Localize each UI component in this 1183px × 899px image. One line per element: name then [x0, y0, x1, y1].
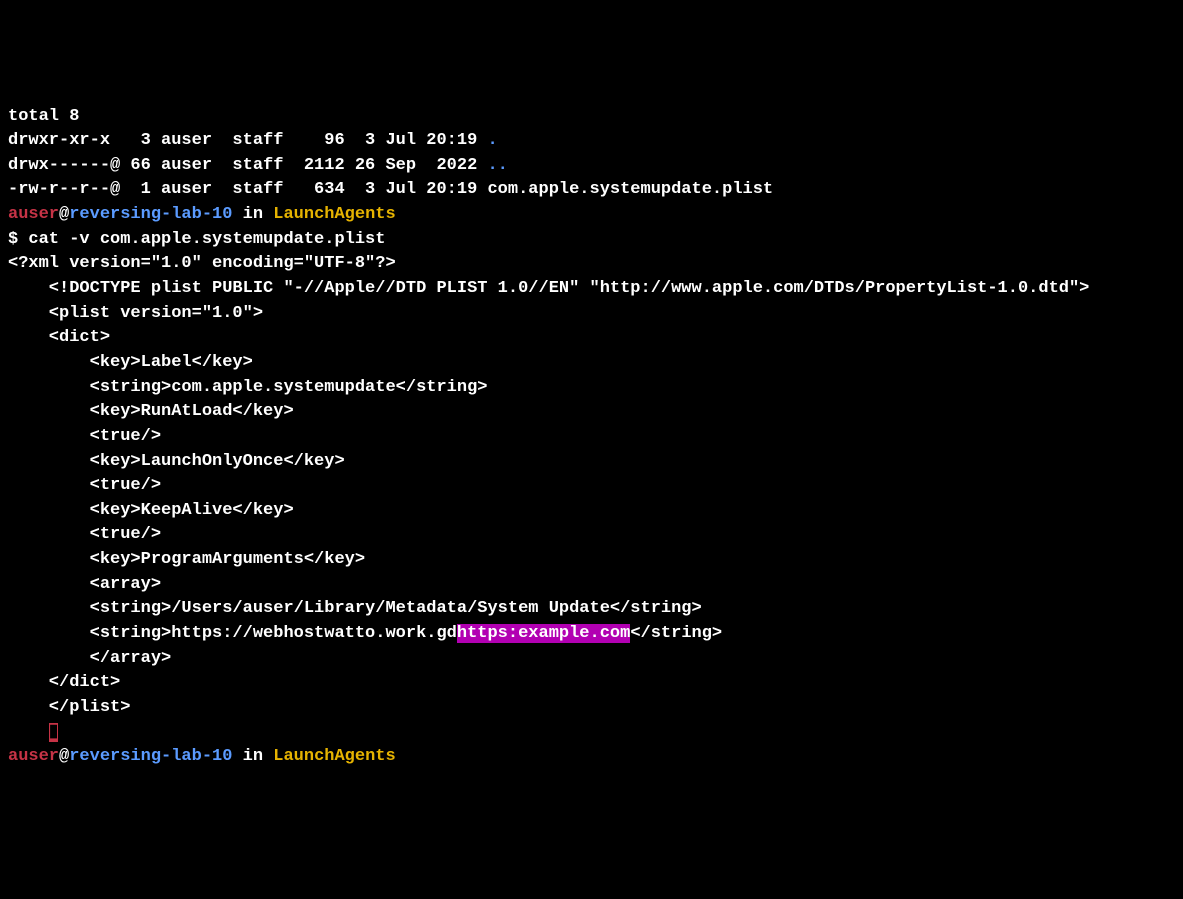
command-line-1[interactable]: $ cat -v com.apple.systemupdate.plist [8, 230, 385, 249]
plist-key-keepalive: <key>KeepAlive</key> [8, 501, 294, 520]
plist-true-2: <true/> [8, 476, 161, 495]
prompt-line-2: auser@reversing-lab-10 in LaunchAgents [8, 747, 396, 766]
prompt-line-1: auser@reversing-lab-10 in LaunchAgents [8, 205, 396, 224]
plist-string-program: <string>/Users/auser/Library/Metadata/Sy… [8, 599, 702, 618]
plist-string-url: <string>https://webhostwatto.work.gdhttp… [8, 624, 722, 643]
plist-true-1: <true/> [8, 427, 161, 446]
ls-total: total 8 [8, 107, 79, 126]
plist-open: <plist version="1.0"> [8, 304, 263, 323]
plist-array-open: <array> [8, 575, 161, 594]
cursor-line: ▮ [8, 723, 58, 742]
plist-string-label: <string>com.apple.systemupdate</string> [8, 378, 487, 397]
cursor-icon: ▮ [49, 723, 58, 742]
ls-row-2: drwx------@ 66 auser staff 2112 26 Sep 2… [8, 156, 508, 175]
plist-key-programarguments: <key>ProgramArguments</key> [8, 550, 365, 569]
plist-close: </plist> [8, 698, 130, 717]
plist-key-runatload: <key>RunAtLoad</key> [8, 402, 294, 421]
terminal-output[interactable]: total 8 drwxr-xr-x 3 auser staff 96 3 Ju… [8, 105, 1175, 770]
plist-key-label: <key>Label</key> [8, 353, 253, 372]
highlight-url: https:example.com [457, 624, 630, 643]
plist-dict-close: </dict> [8, 673, 120, 692]
plist-key-launchonlyonce: <key>LaunchOnlyOnce</key> [8, 452, 345, 471]
ls-row-1: drwxr-xr-x 3 auser staff 96 3 Jul 20:19 … [8, 131, 498, 150]
ls-row-3: -rw-r--r--@ 1 auser staff 634 3 Jul 20:1… [8, 180, 773, 199]
plist-xml-header: <?xml version="1.0" encoding="UTF-8"?> [8, 254, 396, 273]
plist-array-close: </array> [8, 649, 171, 668]
plist-true-3: <true/> [8, 525, 161, 544]
plist-doctype: <!DOCTYPE plist PUBLIC "-//Apple//DTD PL… [8, 279, 1089, 298]
plist-dict-open: <dict> [8, 328, 110, 347]
